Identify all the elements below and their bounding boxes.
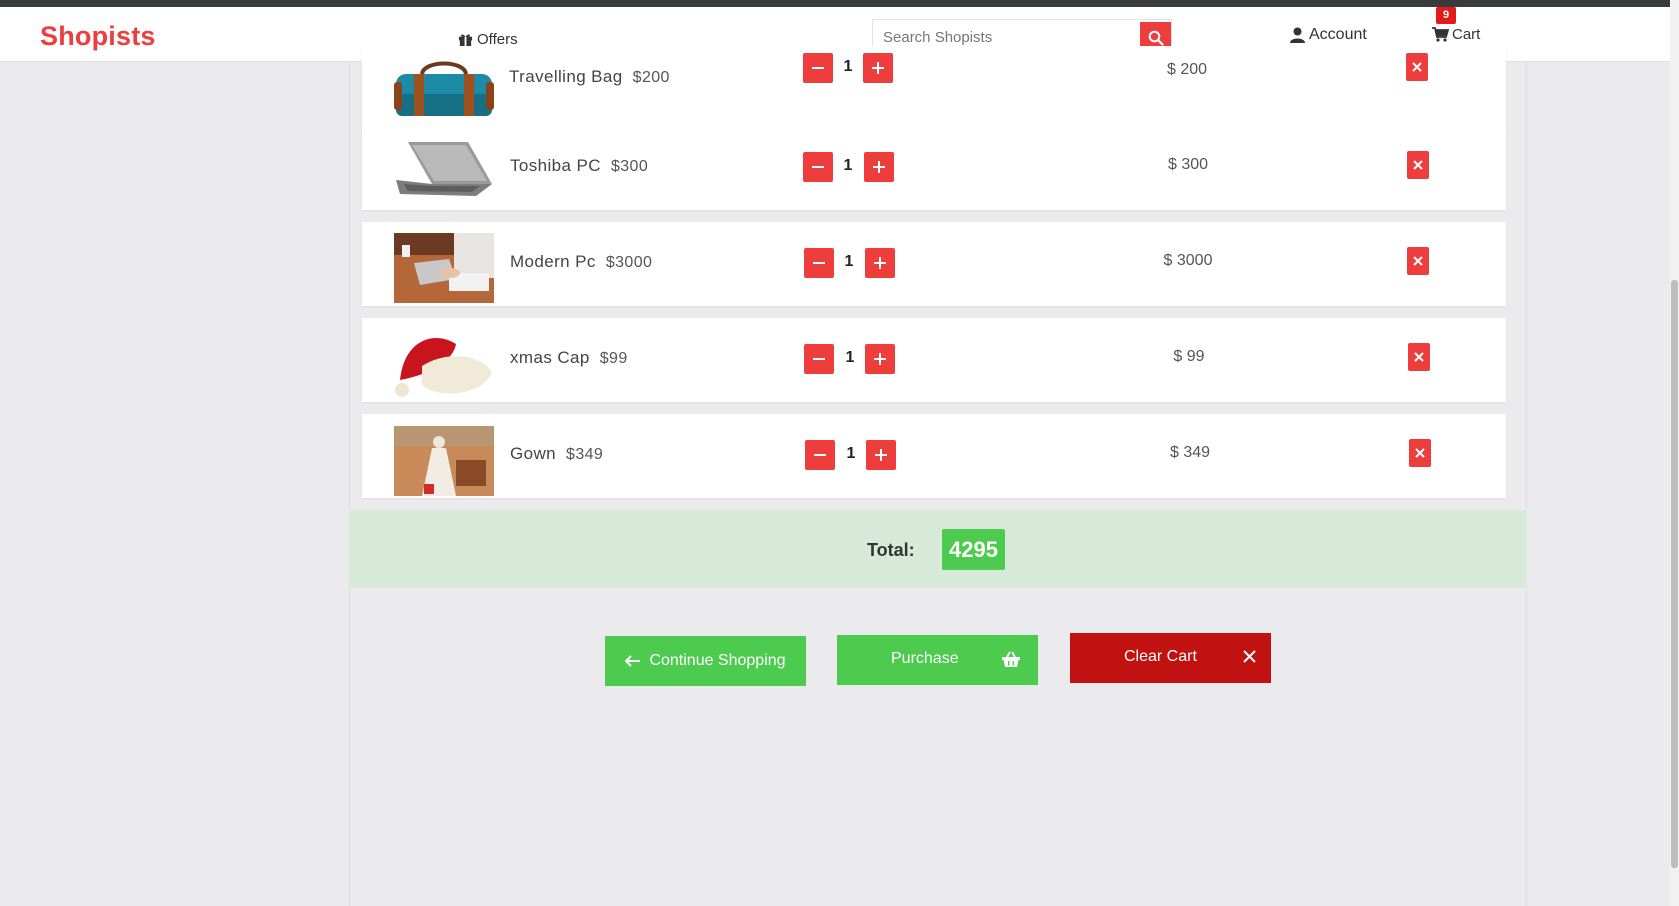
item-title: xmas Cap bbox=[510, 348, 590, 367]
remove-item-button[interactable] bbox=[1406, 53, 1428, 81]
item-name: Toshiba PC $300 bbox=[510, 156, 648, 176]
minus-icon bbox=[813, 358, 825, 360]
user-icon bbox=[1290, 27, 1305, 43]
scrollbar-thumb[interactable] bbox=[1671, 280, 1678, 868]
santa-hat-image bbox=[394, 330, 494, 400]
decrease-quantity-button[interactable] bbox=[804, 344, 834, 374]
remove-item-button[interactable] bbox=[1409, 439, 1431, 467]
item-name: Travelling Bag $200 bbox=[509, 67, 670, 87]
cart-row: Travelling Bag $200 1 $ 200 bbox=[362, 46, 1506, 130]
item-name: Gown $349 bbox=[510, 444, 603, 464]
white-gown-image bbox=[394, 426, 494, 496]
increase-quantity-button[interactable] bbox=[865, 344, 895, 374]
line-total: $ 300 bbox=[1167, 156, 1209, 173]
increase-quantity-button[interactable] bbox=[866, 440, 896, 470]
laptop-image bbox=[394, 140, 494, 198]
cart-count-badge: 9 bbox=[1436, 7, 1456, 24]
remove-item-button[interactable] bbox=[1407, 151, 1429, 179]
minus-icon bbox=[812, 166, 824, 168]
continue-shopping-button[interactable]: Continue Shopping bbox=[605, 636, 806, 686]
browser-top-strip bbox=[0, 0, 1679, 7]
cart-row: xmas Cap $99 1 $ 99 bbox=[362, 318, 1506, 402]
cart-label: Cart bbox=[1452, 26, 1481, 43]
nav-account-link[interactable]: Account bbox=[1290, 26, 1367, 44]
account-label: Account bbox=[1309, 26, 1367, 43]
travel-bag-image bbox=[394, 60, 494, 116]
plus-icon bbox=[874, 257, 886, 269]
plus-icon bbox=[875, 449, 887, 461]
cart-total-bar: Total: 4295 bbox=[349, 510, 1527, 588]
quantity-value: 1 bbox=[843, 58, 853, 75]
quantity-value: 1 bbox=[846, 445, 856, 462]
close-icon bbox=[1415, 448, 1425, 458]
remove-item-button[interactable] bbox=[1407, 247, 1429, 275]
cart-row: Gown $349 1 $ 349 bbox=[362, 414, 1506, 498]
decrease-quantity-button[interactable] bbox=[803, 53, 833, 83]
minus-icon bbox=[814, 454, 826, 456]
item-title: Modern Pc bbox=[510, 252, 596, 271]
remove-item-button[interactable] bbox=[1408, 343, 1430, 371]
close-icon bbox=[1413, 160, 1423, 170]
nav-cart-link[interactable]: Cart bbox=[1432, 26, 1480, 43]
continue-shopping-label: Continue Shopping bbox=[649, 652, 786, 669]
item-price: $200 bbox=[632, 69, 670, 86]
minus-icon bbox=[813, 262, 825, 264]
cart-row: Modern Pc $3000 1 $ 3000 bbox=[362, 222, 1506, 306]
gift-icon bbox=[458, 34, 473, 47]
plus-icon bbox=[873, 161, 885, 173]
item-title: Toshiba PC bbox=[510, 156, 601, 175]
item-title: Travelling Bag bbox=[509, 67, 623, 86]
item-price: $99 bbox=[599, 350, 628, 367]
increase-quantity-button[interactable] bbox=[863, 53, 893, 83]
total-label: Total: bbox=[867, 540, 915, 560]
brand-logo[interactable]: Shopists bbox=[40, 21, 156, 52]
search-icon bbox=[1148, 30, 1164, 46]
purchase-label: Purchase bbox=[891, 650, 959, 667]
plus-icon bbox=[874, 353, 886, 365]
purchase-button[interactable]: Purchase bbox=[837, 635, 1038, 685]
plus-icon bbox=[872, 62, 884, 74]
cart-icon bbox=[1432, 27, 1449, 42]
item-price: $349 bbox=[566, 446, 604, 463]
arrow-left-icon bbox=[625, 655, 641, 667]
line-total: $ 3000 bbox=[1163, 252, 1213, 269]
cart-row: Toshiba PC $300 1 $ 300 bbox=[362, 126, 1506, 210]
decrease-quantity-button[interactable] bbox=[804, 248, 834, 278]
item-price: $3000 bbox=[605, 254, 653, 271]
close-icon bbox=[1414, 352, 1424, 362]
decrease-quantity-button[interactable] bbox=[803, 152, 833, 182]
item-title: Gown bbox=[510, 444, 557, 463]
clear-cart-label: Clear Cart bbox=[1124, 648, 1197, 665]
decrease-quantity-button[interactable] bbox=[805, 440, 835, 470]
basket-icon bbox=[1002, 651, 1020, 667]
close-icon bbox=[1413, 256, 1423, 266]
item-name: xmas Cap $99 bbox=[510, 348, 628, 368]
item-price: $300 bbox=[610, 158, 649, 175]
increase-quantity-button[interactable] bbox=[864, 152, 894, 182]
line-total: $ 349 bbox=[1169, 444, 1211, 461]
quantity-value: 1 bbox=[844, 253, 854, 270]
line-total: $ 200 bbox=[1166, 61, 1208, 78]
person-typing-laptop-image bbox=[394, 233, 494, 303]
quantity-value: 1 bbox=[843, 157, 853, 174]
item-name: Modern Pc $3000 bbox=[510, 252, 652, 272]
close-icon bbox=[1243, 650, 1256, 663]
clear-cart-button[interactable]: Clear Cart bbox=[1070, 633, 1271, 683]
line-total: $ 99 bbox=[1173, 348, 1205, 365]
total-value: 4295 bbox=[942, 529, 1005, 570]
close-icon bbox=[1412, 62, 1422, 72]
minus-icon bbox=[812, 67, 824, 69]
increase-quantity-button[interactable] bbox=[865, 248, 895, 278]
quantity-value: 1 bbox=[845, 349, 855, 366]
